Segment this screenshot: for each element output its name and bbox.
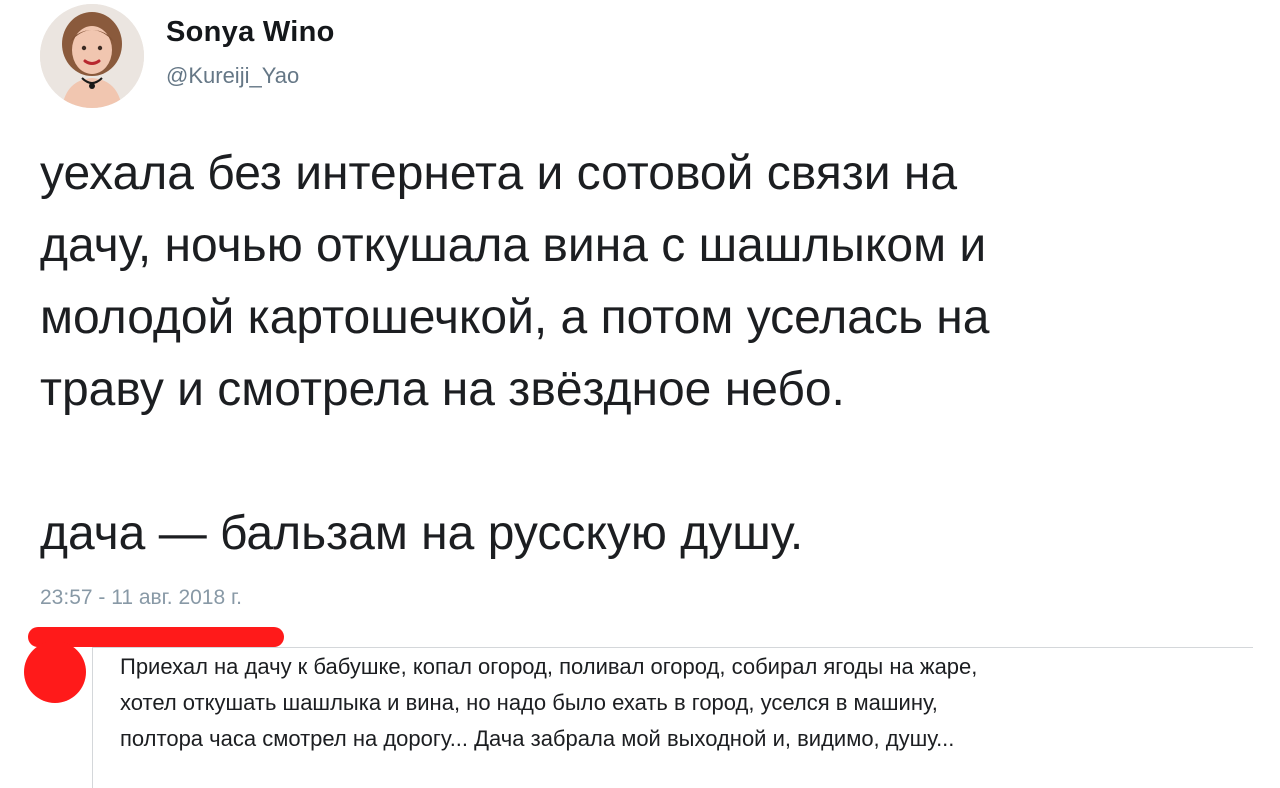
tweet-timestamp[interactable]: 23:57 - 11 авг. 2018 г. (40, 586, 242, 610)
profile-photo-icon (40, 4, 144, 108)
tweet-text-line: дачу, ночью откушала вина с шашлыком и (40, 219, 987, 272)
tweet-text-line: молодой картошечкой, а потом уселась на (40, 291, 990, 344)
tweet-text-line: дача — бальзам на русскую душу. (40, 507, 804, 560)
tweet-text-line: уехала без интернета и сотовой связи на (40, 147, 958, 200)
reply-text-line: Приехал на дачу к бабушке, копал огород,… (120, 654, 978, 679)
author-avatar[interactable] (40, 4, 144, 108)
author-display-name[interactable]: Sonya Wino (166, 16, 335, 49)
reply-text-line: хотел откушать шашлыка и вина, но надо б… (120, 690, 938, 715)
tweet-card: Sonya Wino @Kureiji_Yao уехала без интер… (0, 0, 1280, 625)
author-handle[interactable]: @Kureiji_Yao (166, 63, 299, 89)
reply-avatar-circle[interactable] (24, 641, 86, 703)
tweet-text-line: траву и смотрела на звёздное небо. (40, 363, 845, 416)
reply-text: Приехал на дачу к бабушке, копал огород,… (120, 649, 1270, 757)
tweet-text: уехала без интернета и сотовой связи на … (40, 138, 1270, 570)
reply-text-line: полтора часа смотрел на дорогу... Дача з… (120, 726, 955, 751)
reply-comment: Приехал на дачу к бабушке, копал огород,… (0, 625, 1280, 788)
